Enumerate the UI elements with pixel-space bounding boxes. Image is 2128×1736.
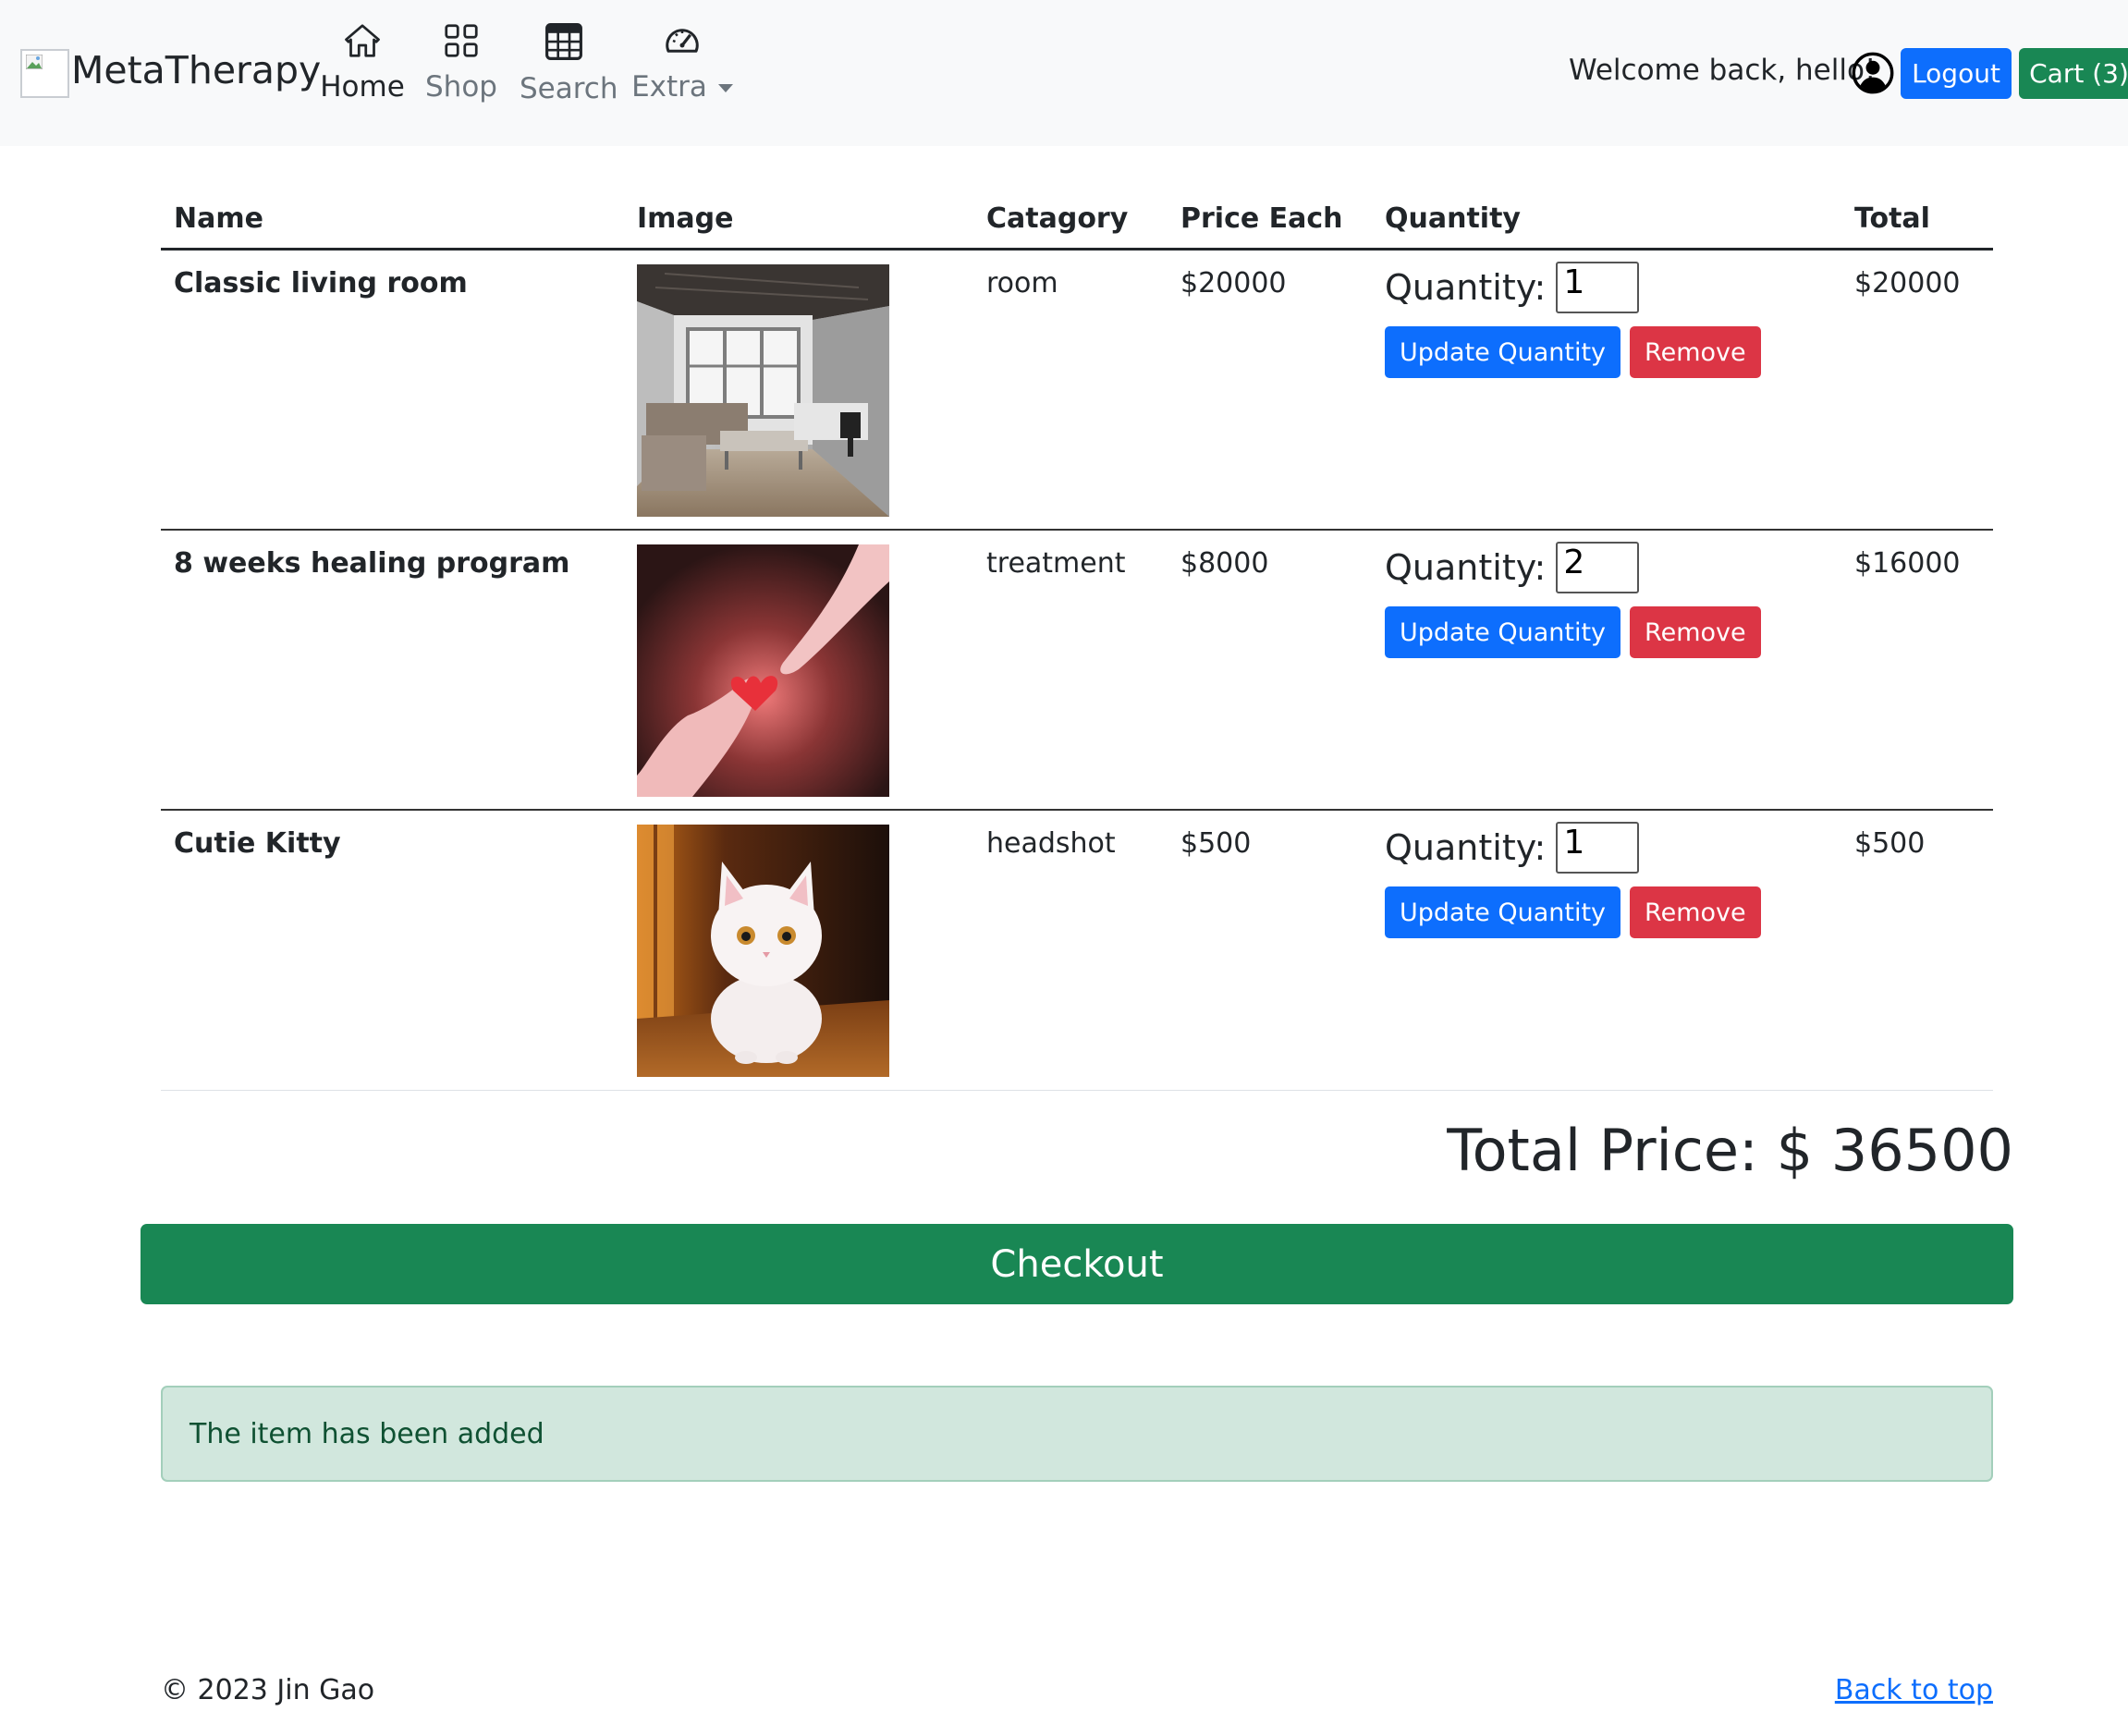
item-total: $500	[1854, 827, 1926, 860]
cart-button[interactable]: Cart (3)	[2019, 48, 2128, 99]
update-quantity-button[interactable]: Update Quantity	[1385, 886, 1621, 938]
quantity-input[interactable]: 1	[1556, 822, 1640, 874]
update-quantity-button[interactable]: Update Quantity	[1385, 326, 1621, 378]
table-icon	[545, 23, 582, 60]
quantity-input[interactable]: 1	[1556, 262, 1640, 313]
nav-extra-text: Extra	[631, 70, 707, 104]
logout-button[interactable]: Logout	[1901, 48, 2012, 99]
grid-icon	[445, 24, 478, 57]
nav-shop-label: Shop	[425, 70, 497, 104]
broken-logo-image[interactable]	[20, 49, 69, 98]
quantity-label: Quantity:	[1385, 547, 1547, 588]
header-total: Total	[1854, 202, 1930, 235]
row-actions: Update Quantity Remove	[1385, 606, 1761, 658]
quantity-form: Quantity: 1 Update Quantity Remove	[1385, 262, 1761, 378]
row-actions: Update Quantity Remove	[1385, 326, 1761, 378]
item-total: $16000	[1854, 547, 1961, 580]
item-price: $500	[1180, 827, 1252, 860]
item-price: $20000	[1180, 267, 1287, 300]
header-price-each: Price Each	[1180, 202, 1343, 235]
person-circle-icon	[1852, 52, 1894, 94]
living-room-image	[637, 264, 889, 517]
remove-button[interactable]: Remove	[1630, 606, 1761, 658]
header-quantity: Quantity	[1385, 202, 1521, 235]
item-total: $20000	[1854, 267, 1961, 300]
remove-button[interactable]: Remove	[1630, 886, 1761, 938]
nav-search-label: Search	[520, 72, 618, 105]
cart-table: Name Image Catagory Price Each Quantity …	[161, 189, 1993, 1091]
header-category: Catagory	[986, 202, 1129, 235]
nav-extra-dropdown[interactable]: Extra	[630, 22, 734, 104]
table-row: Cutie Kitty headshot $500 Quantity: 1 Up…	[161, 811, 1993, 1091]
item-category: headshot	[986, 827, 1116, 860]
navbar: MetaTherapy Home Shop Search Extra Welco…	[0, 0, 2128, 146]
checkout-button[interactable]: Checkout	[141, 1224, 2013, 1304]
table-header: Name Image Catagory Price Each Quantity …	[161, 189, 1993, 251]
hands-heart-image	[637, 544, 889, 797]
header-image: Image	[637, 202, 734, 235]
back-to-top-link[interactable]: Back to top	[1835, 1674, 1993, 1706]
item-name: Cutie Kitty	[174, 827, 341, 860]
brand-name[interactable]: MetaTherapy	[71, 48, 321, 92]
item-price: $8000	[1180, 547, 1269, 580]
quantity-label: Quantity:	[1385, 827, 1547, 868]
footer-copyright: © 2023 Jin Gao	[161, 1674, 375, 1706]
welcome-text: Welcome back, hello!	[1569, 54, 1877, 87]
total-price: Total Price: $ 36500	[1447, 1117, 2013, 1184]
remove-button[interactable]: Remove	[1630, 326, 1761, 378]
broken-image-icon	[26, 55, 43, 69]
table-row: 8 weeks healing program treatment $8000 …	[161, 531, 1993, 811]
update-quantity-button[interactable]: Update Quantity	[1385, 606, 1621, 658]
caret-down-icon	[717, 84, 733, 92]
quantity-label: Quantity:	[1385, 267, 1547, 308]
nav-home[interactable]: Home	[320, 22, 405, 104]
white-kitten-image	[637, 825, 889, 1077]
item-category: room	[986, 267, 1058, 300]
success-alert: The item has been added	[161, 1386, 1993, 1482]
item-category: treatment	[986, 547, 1126, 580]
speedometer-icon	[666, 29, 699, 53]
nav-home-label: Home	[320, 70, 405, 104]
alert-message: The item has been added	[190, 1417, 544, 1450]
nav-extra-label: Extra	[630, 70, 734, 104]
table-row: Classic living room room $20000 Quantity…	[161, 251, 1993, 531]
row-actions: Update Quantity Remove	[1385, 886, 1761, 938]
nav-search[interactable]: Search	[520, 22, 618, 105]
header-name: Name	[174, 202, 263, 235]
quantity-input[interactable]: 2	[1556, 542, 1640, 593]
quantity-form: Quantity: 1 Update Quantity Remove	[1385, 822, 1761, 938]
quantity-form: Quantity: 2 Update Quantity Remove	[1385, 542, 1761, 658]
item-name: 8 weeks healing program	[174, 547, 570, 580]
item-name: Classic living room	[174, 267, 468, 300]
house-icon	[345, 24, 380, 57]
nav-shop[interactable]: Shop	[423, 22, 499, 104]
